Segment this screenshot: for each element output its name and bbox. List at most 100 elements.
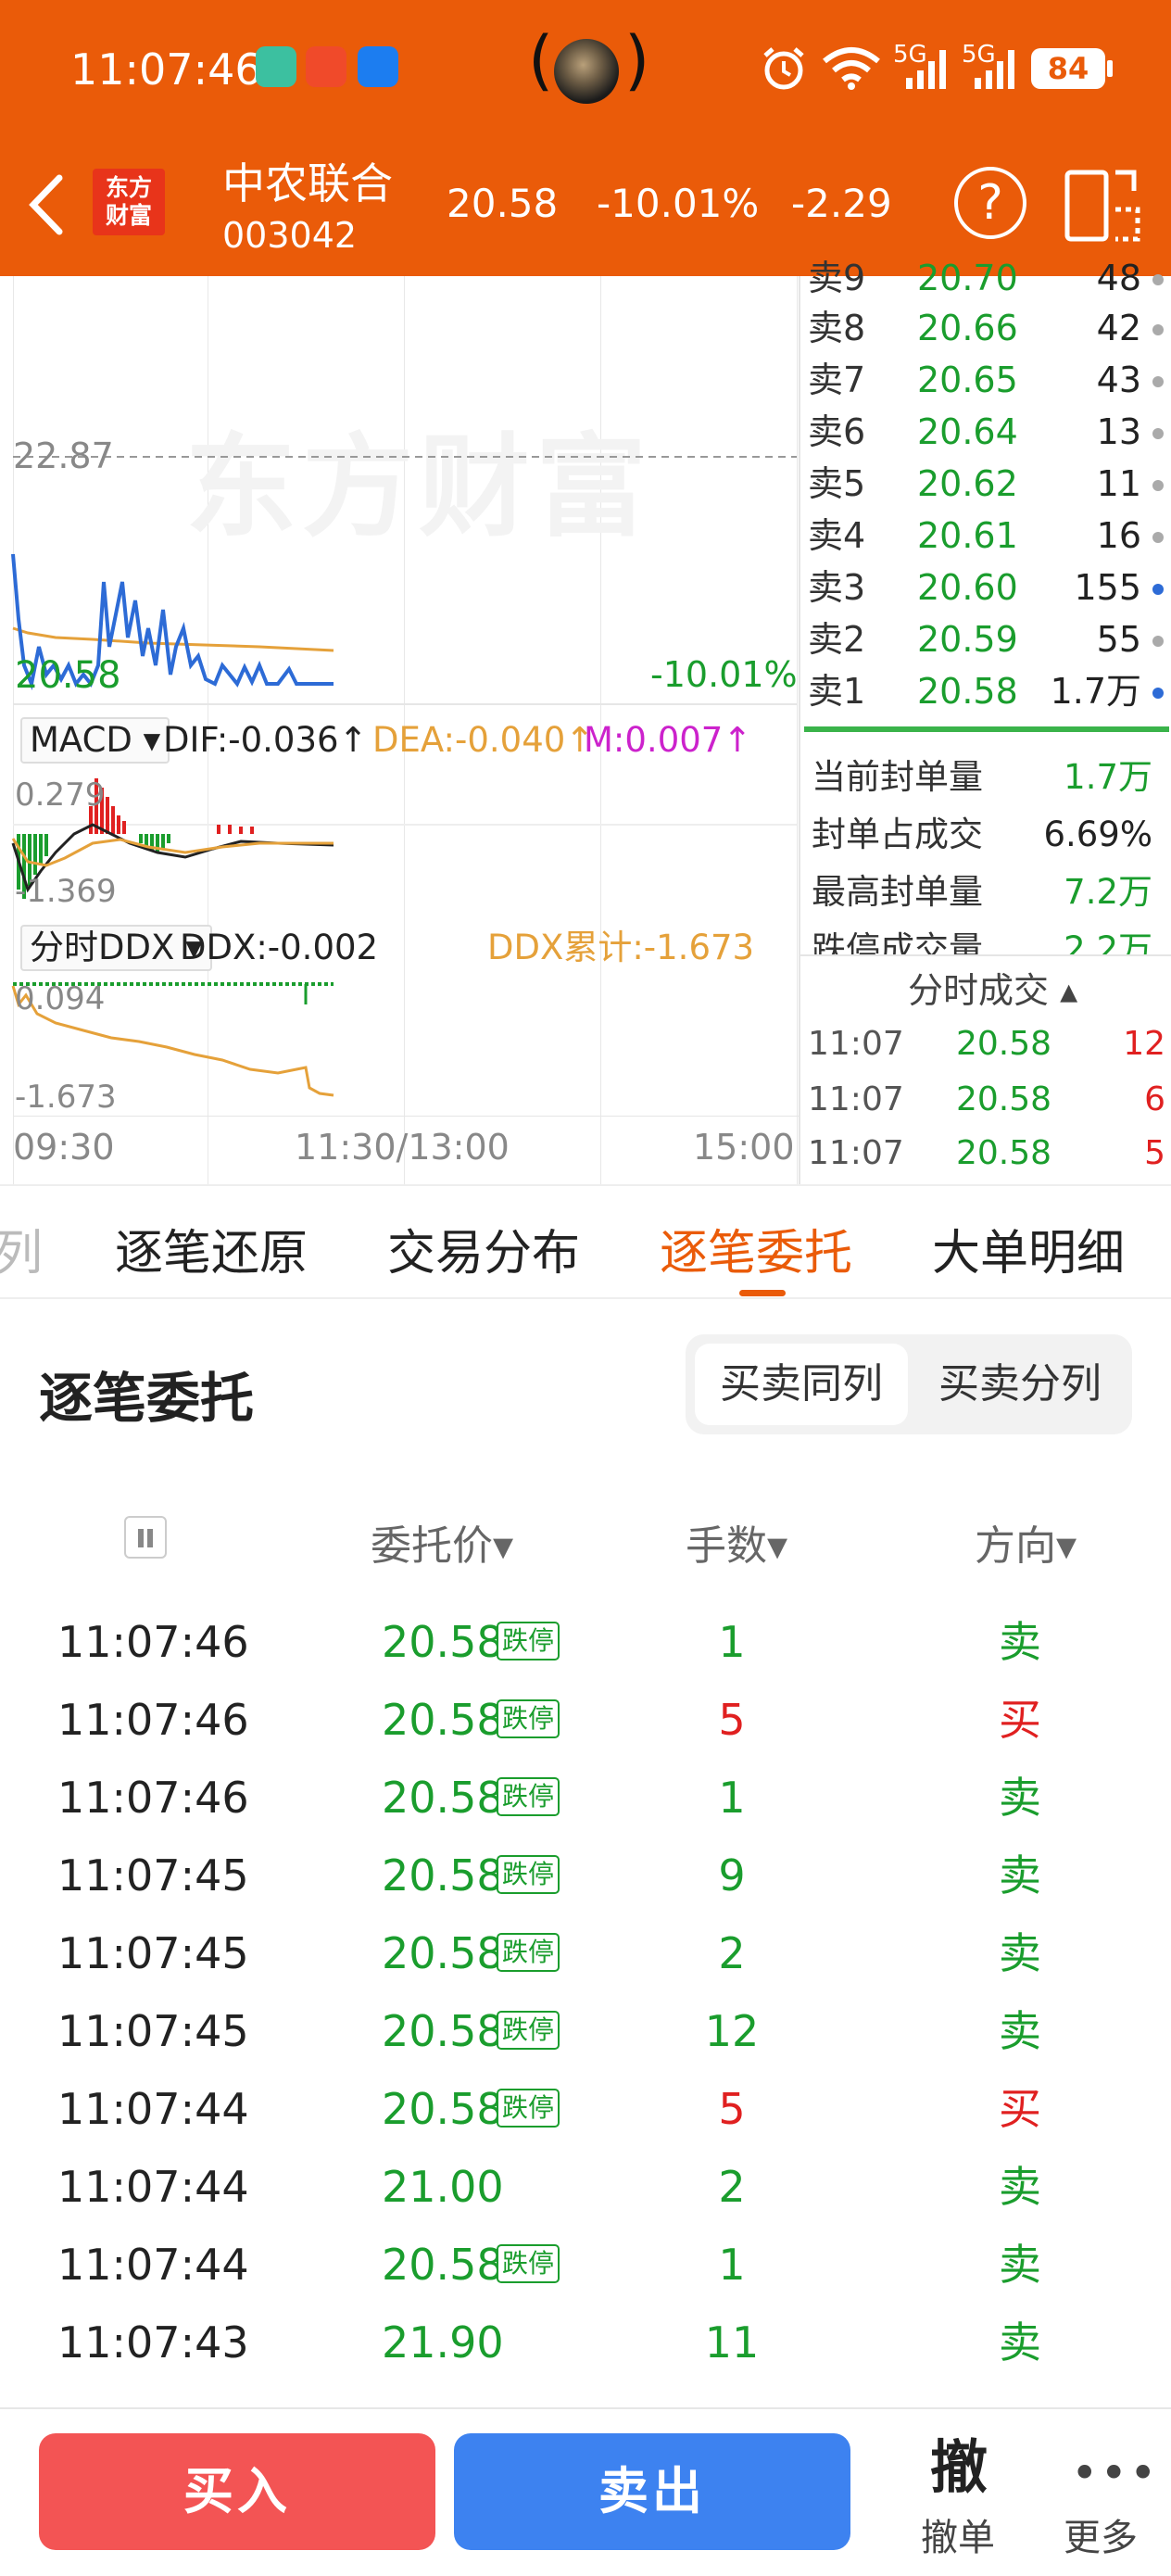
limit-down-badge: 跌停 <box>497 1699 560 1738</box>
section-title: 逐笔委托 <box>39 1367 255 1430</box>
limit-down-badge: 跌停 <box>497 1777 560 1816</box>
limit-down-badge: 跌停 <box>497 2089 560 2128</box>
stock-price: 20.58 <box>447 181 559 226</box>
order-row: 11:07:45 20.58 跌停 2卖 <box>57 1928 1041 1978</box>
sell-button[interactable]: 卖出 <box>454 2433 850 2550</box>
alarm-icon <box>763 47 804 90</box>
order-row: 11:07:45 20.58 跌停 12 卖 <box>57 2006 1041 2056</box>
stock-change-pct: -10.01% <box>597 181 760 226</box>
tick-row: 11:07 20.58 5 <box>808 1134 1165 1172</box>
ask-row-4: 卖4 20.61 16 <box>808 510 1169 562</box>
order-row: 11:07:45 20.58 跌停 9卖 <box>57 1850 1041 1900</box>
more-label[interactable]: 更多 <box>1064 2507 1138 2561</box>
limit-down-badge: 跌停 <box>497 1622 560 1661</box>
status-time: 11:07:46 <box>70 44 262 95</box>
ddx-bottom-label: -1.673 <box>15 1079 117 1116</box>
price-high-label: 22.87 <box>13 436 114 476</box>
ticks-title[interactable]: 分时成交 ▴ <box>908 962 1077 1013</box>
seal-stats: 当前封单量 1.7万 封单占成交 6.69% 最高封单量 7.2万 跌停成交量 2.2万 <box>800 739 1171 954</box>
macd-dif: DIF:-0.036↑ <box>163 720 368 760</box>
order-row: 11:07:44 21.00 2卖 <box>57 2162 1041 2212</box>
order-row: 11:07:44 20.58 跌停 1卖 <box>57 2240 1041 2290</box>
price-chart-svg <box>11 456 797 705</box>
back-arrow-icon[interactable] <box>24 172 70 237</box>
time-axis-mid: 11:30/13:00 <box>295 1127 510 1168</box>
seal-row: 跌停成交量 2.2万 <box>812 929 1152 954</box>
ask-row-8: 卖8 20.66 42 <box>808 302 1169 354</box>
signal-icon <box>906 50 946 89</box>
detail-tabs: 列 逐笔还原 交易分布 逐笔委托 大单明细 <box>0 1184 1171 1299</box>
pause-icon[interactable] <box>124 1516 167 1559</box>
signal-icon <box>975 50 1014 89</box>
ask-row-9: 卖9 20.70 48 <box>808 252 1169 304</box>
ddx-chart-svg <box>11 982 334 1097</box>
col-qty-header[interactable]: 手数▾ <box>686 1512 787 1572</box>
ask-row-1: 卖1 20.58 1.7万 <box>808 665 1169 717</box>
cancel-order-icon[interactable]: 撤 <box>930 2420 988 2504</box>
macd-dea: DEA:-0.040↑ <box>372 720 595 760</box>
intraday-chart[interactable]: 东方财富 22.87 20.58 -10.01% MACD ▾ DIF:-0.0… <box>0 276 799 1184</box>
time-axis-open: 09:30 <box>13 1127 115 1168</box>
same-column-button[interactable]: 买卖同列 <box>695 1344 908 1425</box>
tab-tick-restore[interactable]: 逐笔还原 <box>115 1214 308 1283</box>
ask-row-3: 卖3 20.60 155 <box>808 562 1169 613</box>
limit-down-badge: 跌停 <box>497 1933 560 1972</box>
tab-trade-distribution[interactable]: 交易分布 <box>387 1214 580 1283</box>
active-tab-underline <box>739 1290 786 1296</box>
tick-row: 11:07 20.58 6 <box>808 1080 1165 1118</box>
macd-chart-svg <box>11 778 797 899</box>
order-row: 11:07:46 20.58 跌停 5买 <box>57 1695 1041 1745</box>
macd-top-label: 0.279 <box>15 777 106 814</box>
seal-row: 封单占成交 6.69% <box>812 814 1152 854</box>
order-row: 11:07:46 20.58 跌停 1卖 <box>57 1617 1041 1667</box>
ddx-cumulative: DDX累计:-1.673 <box>487 928 755 967</box>
ddx-top-label: 0.094 <box>15 980 106 1017</box>
cancel-order-label[interactable]: 撤单 <box>921 2507 995 2561</box>
seal-row: 当前封单量 1.7万 <box>812 757 1152 797</box>
price-low-label: 20.58 <box>15 654 121 697</box>
limit-down-badge: 跌停 <box>497 2011 560 2050</box>
macd-m: M:0.007↑ <box>584 720 752 760</box>
tab-large-orders[interactable]: 大单明细 <box>932 1214 1125 1283</box>
ask-row-7: 卖7 20.65 43 <box>808 354 1169 406</box>
app-notification-icon <box>256 46 296 87</box>
stock-name: 中农联合 <box>222 158 393 208</box>
help-icon[interactable]: ? <box>954 167 1026 239</box>
order-row: 11:07:43 21.90 11 卖 <box>57 2317 1041 2368</box>
view-mode-toggle: 买卖同列 买卖分列 <box>686 1334 1132 1434</box>
order-book: 卖9 20.70 48 卖8 20.66 42 卖7 20.65 43 卖6 20.64… <box>799 258 1171 1184</box>
camera-indicator: () <box>528 22 649 111</box>
tab-order-by-order[interactable]: 逐笔委托 <box>660 1214 852 1283</box>
wifi-icon <box>823 47 880 90</box>
stock-code: 003042 <box>222 215 358 256</box>
time-axis-close: 15:00 <box>693 1127 795 1168</box>
tab-partial[interactable]: 列 <box>0 1214 43 1283</box>
split-column-button[interactable]: 买卖分列 <box>913 1344 1127 1425</box>
macd-bottom-label: -1.369 <box>15 873 117 910</box>
col-price-header[interactable]: 委托价▾ <box>371 1512 513 1572</box>
buy-button[interactable]: 买入 <box>39 2433 435 2550</box>
ddx-value: DDX:-0.002 <box>180 928 379 967</box>
limit-down-divider <box>804 726 1169 732</box>
order-list: 11:07:46 20.58 跌停 1卖 11:07:46 20.58 跌停 5买 … <box>0 1603 1171 2407</box>
app-notification-icon <box>358 46 398 87</box>
app-logo: 东方 财富 <box>93 169 165 235</box>
limit-down-badge: 跌停 <box>497 2244 560 2283</box>
ask-row-6: 卖6 20.64 13 <box>808 406 1169 458</box>
macd-indicator-bar: MACD ▾ DIF:-0.036↑ DEA:-0.040↑ M:0.007↑ <box>15 712 799 769</box>
limit-down-badge: 跌停 <box>497 1855 560 1894</box>
col-direction-header[interactable]: 方向▾ <box>975 1512 1077 1572</box>
ask-row-5: 卖5 20.62 11 <box>808 458 1169 510</box>
macd-selector[interactable]: MACD ▾ <box>20 717 170 764</box>
app-notification-icon <box>306 46 346 87</box>
ask-row-2: 卖2 20.59 55 <box>808 613 1169 665</box>
price-pct-label: -10.01% <box>650 654 798 695</box>
order-row: 11:07:44 20.58 跌停 5买 <box>57 2084 1041 2134</box>
seal-row: 最高封单量 7.2万 <box>812 872 1152 912</box>
tick-row: 11:07 20.58 12 <box>808 1025 1165 1063</box>
stock-change: -2.29 <box>791 181 892 226</box>
more-icon[interactable]: ••• <box>1071 2446 1158 2500</box>
battery-indicator: 84 <box>1031 48 1113 89</box>
landscape-switch-icon[interactable] <box>1064 165 1141 245</box>
ddx-indicator-bar: 分时DDX ▾ DDX:-0.002 DDX累计:-1.673 <box>15 919 799 977</box>
